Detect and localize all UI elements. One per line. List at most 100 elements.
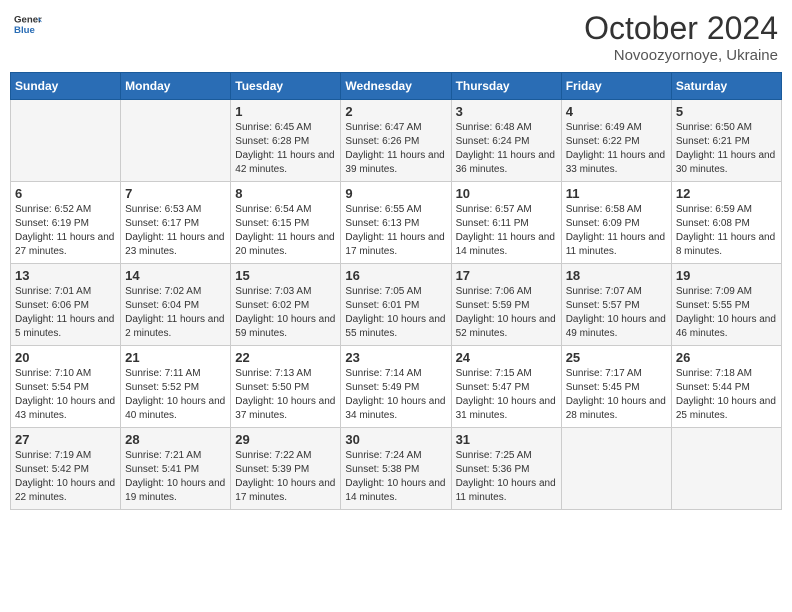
calendar-day-cell: 21 Sunrise: 7:11 AM Sunset: 5:52 PM Dayli… [121,346,231,428]
weekday-header-cell: Sunday [11,73,121,100]
weekday-header-cell: Monday [121,73,231,100]
day-number: 15 [235,268,336,283]
calendar-week-row: 6 Sunrise: 6:52 AM Sunset: 6:19 PM Daylig… [11,182,782,264]
day-info: Sunrise: 7:07 AM Sunset: 5:57 PM Dayligh… [566,285,667,341]
calendar-day-cell: 3 Sunrise: 6:48 AM Sunset: 6:24 PM Daylig… [451,100,561,182]
svg-text:Blue: Blue [14,25,35,36]
day-number: 2 [345,104,446,119]
day-number: 6 [15,186,116,201]
calendar-day-cell: 6 Sunrise: 6:52 AM Sunset: 6:19 PM Daylig… [11,182,121,264]
calendar-day-cell [11,100,121,182]
day-number: 3 [456,104,557,119]
calendar-day-cell: 20 Sunrise: 7:10 AM Sunset: 5:54 PM Dayli… [11,346,121,428]
day-number: 14 [125,268,226,283]
day-info: Sunrise: 7:01 AM Sunset: 6:06 PM Dayligh… [15,285,116,341]
day-info: Sunrise: 7:11 AM Sunset: 5:52 PM Dayligh… [125,367,226,423]
day-info: Sunrise: 6:58 AM Sunset: 6:09 PM Dayligh… [566,203,667,259]
calendar-day-cell: 2 Sunrise: 6:47 AM Sunset: 6:26 PM Daylig… [341,100,451,182]
calendar-day-cell: 8 Sunrise: 6:54 AM Sunset: 6:15 PM Daylig… [231,182,341,264]
day-number: 5 [676,104,777,119]
day-number: 8 [235,186,336,201]
day-info: Sunrise: 6:47 AM Sunset: 6:26 PM Dayligh… [345,121,446,177]
calendar-day-cell: 18Sunrise: 7:07 AM Sunset: 5:57 PM Dayli… [561,264,671,346]
weekday-header-cell: Saturday [671,73,781,100]
calendar-day-cell [671,428,781,510]
day-info: Sunrise: 7:15 AM Sunset: 5:47 PM Dayligh… [456,367,557,423]
calendar-day-cell: 15 Sunrise: 7:03 AM Sunset: 6:02 PM Dayli… [231,264,341,346]
calendar-day-cell [561,428,671,510]
calendar-day-cell: 24 Sunrise: 7:15 AM Sunset: 5:47 PM Dayli… [451,346,561,428]
day-info: Sunrise: 7:19 AM Sunset: 5:42 PM Dayligh… [15,449,116,505]
day-info: Sunrise: 7:10 AM Sunset: 5:54 PM Dayligh… [15,367,116,423]
day-number: 9 [345,186,446,201]
day-number: 7 [125,186,226,201]
calendar-day-cell: 10 Sunrise: 6:57 AM Sunset: 6:11 PM Dayli… [451,182,561,264]
day-number: 17 [456,268,557,283]
calendar-table: SundayMondayTuesdayWednesdayThursdayFrid… [10,72,782,510]
day-info: Sunrise: 7:02 AM Sunset: 6:04 PM Dayligh… [125,285,226,341]
day-info: Sunrise: 6:49 AM Sunset: 6:22 PM Dayligh… [566,121,667,177]
calendar-day-cell: 19Sunrise: 7:09 AM Sunset: 5:55 PM Dayli… [671,264,781,346]
calendar-day-cell: 7 Sunrise: 6:53 AM Sunset: 6:17 PM Daylig… [121,182,231,264]
calendar-day-cell: 22Sunrise: 7:13 AM Sunset: 5:50 PM Dayli… [231,346,341,428]
title-block: October 2024 Novoozyornoye, Ukraine [584,10,778,64]
day-info: Sunrise: 7:22 AM Sunset: 5:39 PM Dayligh… [235,449,336,505]
calendar-day-cell: 13 Sunrise: 7:01 AM Sunset: 6:06 PM Dayli… [11,264,121,346]
day-number: 16 [345,268,446,283]
calendar-day-cell: 16 Sunrise: 7:05 AM Sunset: 6:01 PM Dayli… [341,264,451,346]
day-number: 20 [15,350,116,365]
weekday-header-row: SundayMondayTuesdayWednesdayThursdayFrid… [11,73,782,100]
calendar-week-row: 1 Sunrise: 6:45 AM Sunset: 6:28 PM Daylig… [11,100,782,182]
weekday-header-cell: Friday [561,73,671,100]
day-info: Sunrise: 6:45 AM Sunset: 6:28 PM Dayligh… [235,121,336,177]
calendar-day-cell: 25Sunrise: 7:17 AM Sunset: 5:45 PM Dayli… [561,346,671,428]
calendar-day-cell: 14 Sunrise: 7:02 AM Sunset: 6:04 PM Dayli… [121,264,231,346]
day-info: Sunrise: 7:17 AM Sunset: 5:45 PM Dayligh… [566,367,667,423]
calendar-day-cell: 5 Sunrise: 6:50 AM Sunset: 6:21 PM Daylig… [671,100,781,182]
day-info: Sunrise: 7:05 AM Sunset: 6:01 PM Dayligh… [345,285,446,341]
svg-text:General: General [14,14,42,25]
day-number: 26 [676,350,777,365]
day-info: Sunrise: 6:48 AM Sunset: 6:24 PM Dayligh… [456,121,557,177]
day-info: Sunrise: 6:50 AM Sunset: 6:21 PM Dayligh… [676,121,777,177]
calendar-day-cell: 27 Sunrise: 7:19 AM Sunset: 5:42 PM Dayli… [11,428,121,510]
location-subtitle: Novoozyornoye, Ukraine [584,47,778,64]
day-info: Sunrise: 7:21 AM Sunset: 5:41 PM Dayligh… [125,449,226,505]
month-title: October 2024 [584,10,778,47]
day-number: 21 [125,350,226,365]
day-number: 13 [15,268,116,283]
day-info: Sunrise: 7:03 AM Sunset: 6:02 PM Dayligh… [235,285,336,341]
day-info: Sunrise: 7:14 AM Sunset: 5:49 PM Dayligh… [345,367,446,423]
day-info: Sunrise: 6:54 AM Sunset: 6:15 PM Dayligh… [235,203,336,259]
calendar-day-cell: 31Sunrise: 7:25 AM Sunset: 5:36 PM Dayli… [451,428,561,510]
day-number: 10 [456,186,557,201]
logo-icon: General Blue [14,10,42,38]
day-number: 22 [235,350,336,365]
calendar-week-row: 27 Sunrise: 7:19 AM Sunset: 5:42 PM Dayli… [11,428,782,510]
calendar-day-cell: 28 Sunrise: 7:21 AM Sunset: 5:41 PM Dayli… [121,428,231,510]
day-number: 4 [566,104,667,119]
logo: General Blue [14,10,42,38]
day-number: 31 [456,432,557,447]
day-number: 1 [235,104,336,119]
calendar-day-cell [121,100,231,182]
calendar-day-cell: 26 Sunrise: 7:18 AM Sunset: 5:44 PM Dayli… [671,346,781,428]
day-info: Sunrise: 7:18 AM Sunset: 5:44 PM Dayligh… [676,367,777,423]
day-number: 27 [15,432,116,447]
day-number: 11 [566,186,667,201]
day-info: Sunrise: 6:52 AM Sunset: 6:19 PM Dayligh… [15,203,116,259]
weekday-header-cell: Thursday [451,73,561,100]
day-number: 30 [345,432,446,447]
day-number: 29 [235,432,336,447]
calendar-day-cell: 11 Sunrise: 6:58 AM Sunset: 6:09 PM Dayli… [561,182,671,264]
calendar-day-cell: 9Sunrise: 6:55 AM Sunset: 6:13 PM Daylig… [341,182,451,264]
day-info: Sunrise: 7:06 AM Sunset: 5:59 PM Dayligh… [456,285,557,341]
day-number: 28 [125,432,226,447]
weekday-header-cell: Wednesday [341,73,451,100]
day-number: 23 [345,350,446,365]
calendar-day-cell: 29 Sunrise: 7:22 AM Sunset: 5:39 PM Dayli… [231,428,341,510]
day-info: Sunrise: 6:53 AM Sunset: 6:17 PM Dayligh… [125,203,226,259]
day-number: 24 [456,350,557,365]
calendar-day-cell: 23 Sunrise: 7:14 AM Sunset: 5:49 PM Dayli… [341,346,451,428]
day-info: Sunrise: 6:57 AM Sunset: 6:11 PM Dayligh… [456,203,557,259]
